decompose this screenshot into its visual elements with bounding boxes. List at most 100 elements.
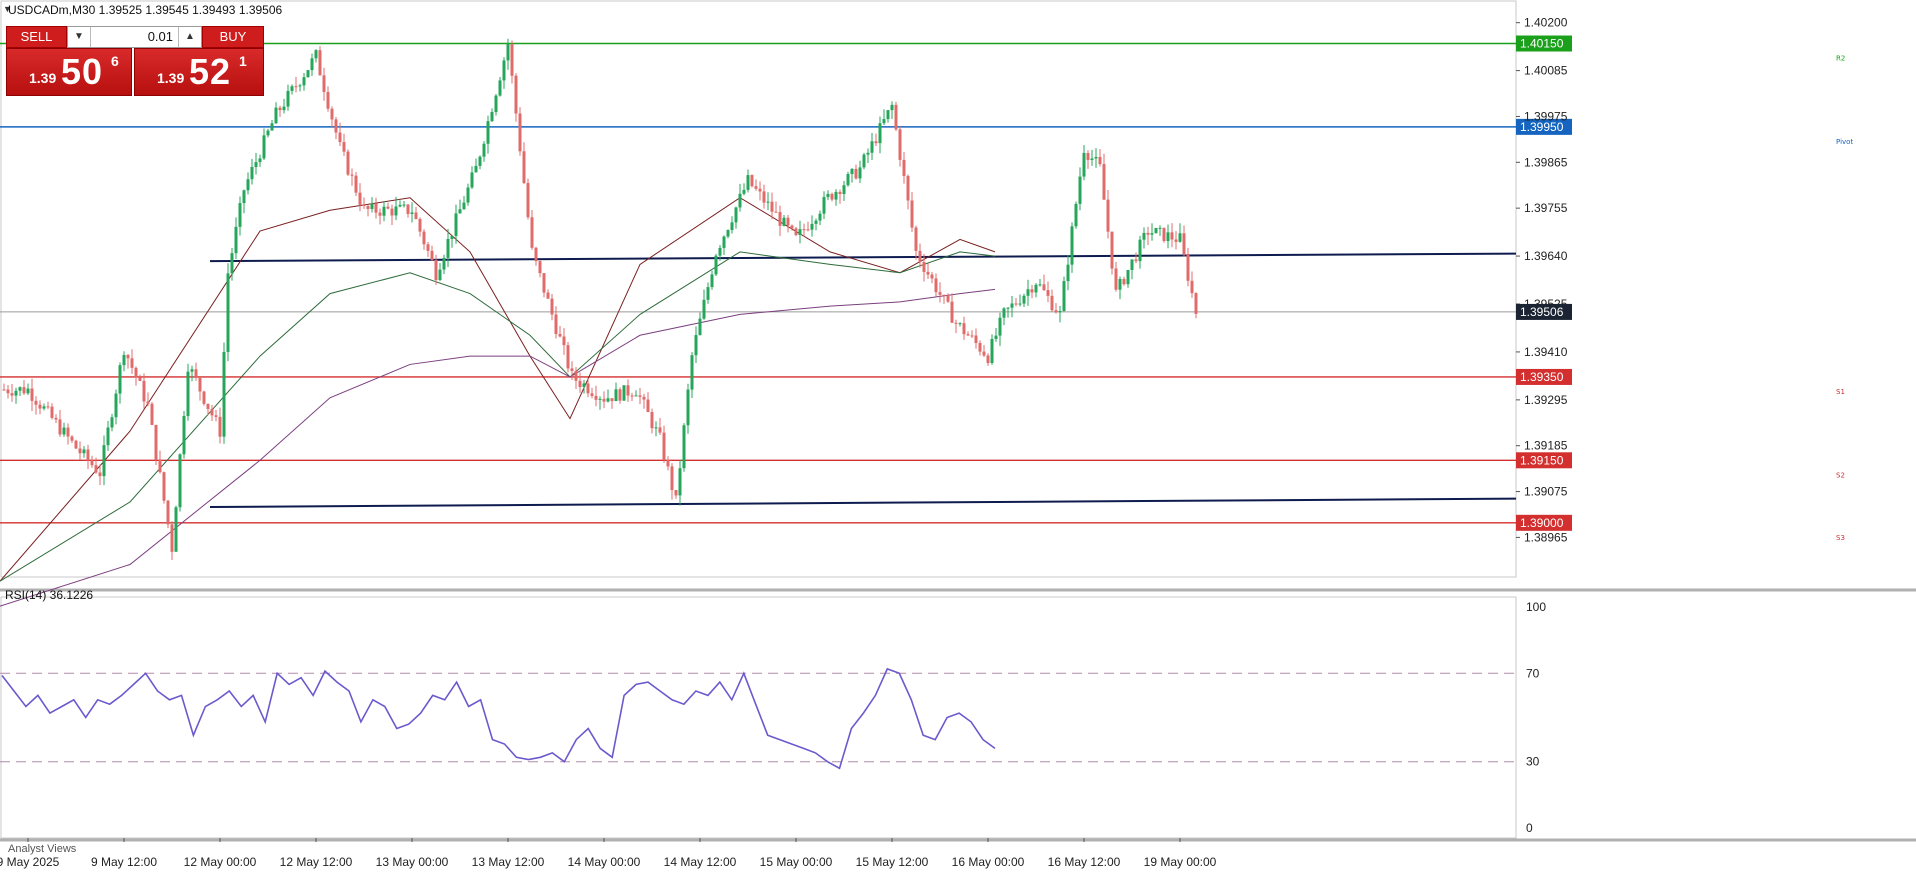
candle-body [26,388,30,394]
sell-price-prefix: 1.39 [29,70,57,86]
candle-body [390,208,394,216]
candle-body [310,58,314,71]
candle-body [182,415,186,455]
candle-body [158,459,162,473]
candle-body [1162,227,1166,242]
sell-price-button[interactable]: 1.39 50 6 [6,48,132,96]
level-price-label: 1.39000 [1520,516,1564,530]
candle-body [154,424,158,460]
candle-body [222,351,226,437]
candle-body [850,168,854,175]
candle-body [414,212,418,219]
candle-body [226,273,230,352]
x-tick-label: 13 May 00:00 [376,855,449,869]
lot-size-input[interactable]: 0.01 [92,27,177,47]
candle-body [274,107,278,124]
chart-background [0,0,1916,874]
candle-body [730,222,734,231]
candle-body [510,44,514,76]
lot-decrease-button[interactable]: ▼ [68,27,91,47]
candle-body [854,168,858,179]
candle-body [782,217,786,226]
candle-body [490,112,494,122]
buy-price-button[interactable]: 1.39 52 1 [134,48,264,96]
candle-body [718,247,722,256]
candle-body [322,75,326,93]
candle-body [578,380,582,387]
candle-body [802,229,806,231]
candle-body [258,158,262,163]
candle-body [166,500,170,525]
buy-price-prefix: 1.39 [157,70,185,86]
candle-body [686,389,690,426]
candle-body [502,60,506,81]
candle-body [558,333,562,337]
candle-body [970,335,974,337]
x-tick-label: 15 May 00:00 [760,855,833,869]
candle-body [942,294,946,296]
candle-body [198,377,202,392]
candle-body [1182,233,1186,254]
candle-body [594,395,598,400]
candle-body [798,229,802,236]
level-price-label: 1.39150 [1520,453,1564,467]
candle-body [38,404,42,409]
buy-button[interactable]: BUY [202,26,264,48]
candle-body [466,187,470,203]
analyst-views-tab[interactable]: Analyst Views [8,843,76,855]
candle-body [562,336,566,346]
candle-body [986,355,990,364]
candle-body [58,419,62,435]
candle-body [1110,231,1114,269]
candle-body [94,465,98,473]
candle-body [286,90,290,107]
candle-body [450,235,454,239]
candle-body [354,175,358,193]
candle-body [358,192,362,205]
candle-body [410,212,414,214]
candle-body [966,334,970,336]
candle-body [546,292,550,299]
buy-price-main: 52 [189,51,232,92]
candle-body [842,185,846,195]
candle-body [1042,284,1046,291]
candle-body [370,203,374,209]
candle-body [910,200,914,228]
candle-body [482,143,486,157]
candle-body [374,203,378,213]
candle-body [386,206,390,209]
x-tick-label: 16 May 00:00 [952,855,1025,869]
candle-body [114,393,118,418]
candle-body [282,106,286,111]
candle-body [614,389,618,402]
candle-body [870,141,874,153]
candle-body [50,406,54,418]
candle-body [22,387,26,394]
candle-body [682,425,686,469]
candle-body [74,440,78,449]
candle-body [454,213,458,236]
candle-body [122,354,126,366]
candle-body [298,85,302,87]
y-tick-label: 1.39865 [1524,155,1568,169]
candle-body [634,395,638,397]
candle-body [990,338,994,364]
candle-body [1074,203,1078,227]
candle-body [506,44,510,61]
sell-button[interactable]: SELL [6,26,67,48]
lot-increase-button[interactable]: ▲ [178,27,201,47]
candle-body [130,358,134,368]
candle-body [1174,239,1178,242]
candle-body [118,365,122,394]
candle-body [278,107,282,111]
candle-body [738,193,742,208]
candle-body [1106,199,1110,232]
candle-body [382,206,386,216]
y-tick-label: 1.39295 [1524,393,1568,407]
candle-body [494,95,498,113]
candle-body [806,229,810,231]
candle-body [78,448,82,454]
candle-body [626,385,630,396]
candle-body [234,226,238,254]
candle-body [186,371,190,416]
